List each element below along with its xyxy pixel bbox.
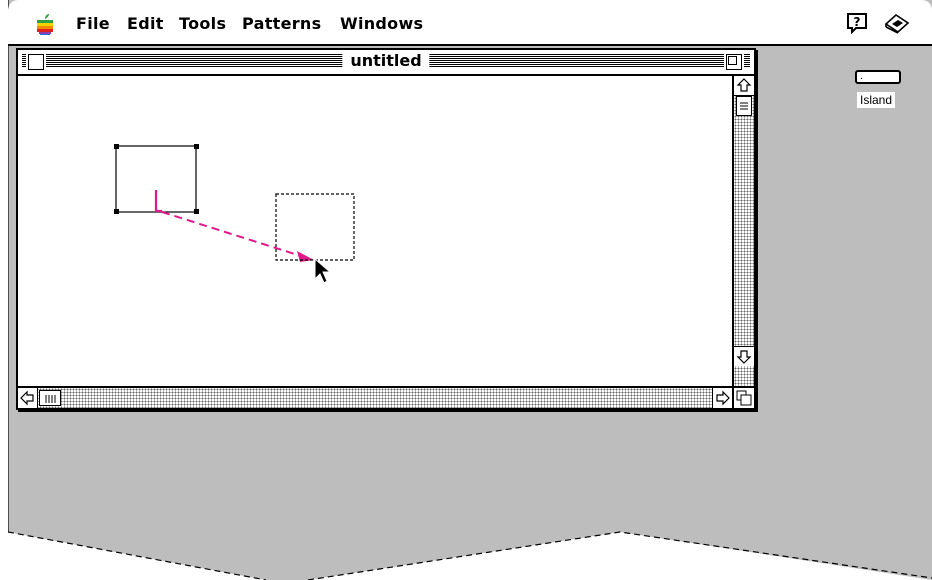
palette-label-island: Island [857, 92, 896, 108]
window-title: untitled [342, 51, 430, 71]
svg-text:?: ? [854, 15, 861, 29]
balloon-help-icon[interactable]: ? [846, 12, 868, 34]
horizontal-scroll-thumb[interactable] [39, 390, 61, 406]
vertical-scroll-thumb[interactable] [736, 96, 752, 116]
zoom-box[interactable] [726, 54, 742, 70]
menu-windows[interactable]: Windows [340, 14, 423, 34]
close-box[interactable] [28, 54, 44, 70]
drag-outline-rectangle [275, 193, 355, 261]
menu-edit[interactable]: Edit [127, 14, 164, 34]
application-menu-icon[interactable] [884, 12, 910, 34]
scroll-left-arrow-icon[interactable] [18, 388, 38, 408]
document-window: untitled [16, 48, 756, 410]
vertical-scrollbar[interactable] [732, 76, 754, 388]
selection-handle-br[interactable] [194, 209, 199, 214]
drag-path-arrow [161, 211, 302, 257]
window-title-bar[interactable]: untitled [18, 50, 754, 76]
menu-bar: File Edit Tools Patterns Windows ? [8, 0, 932, 46]
palette-text-field[interactable]: . [855, 70, 901, 84]
scroll-right-arrow-icon[interactable] [712, 388, 732, 408]
menu-file[interactable]: File [76, 14, 110, 34]
apple-menu-icon[interactable] [36, 13, 54, 35]
scroll-down-arrow-icon[interactable] [734, 346, 754, 366]
arrow-cursor-icon [314, 257, 332, 284]
scroll-up-arrow-icon[interactable] [734, 76, 754, 96]
size-box-icon[interactable] [732, 386, 754, 408]
selection-handle-bl[interactable] [114, 209, 119, 214]
selection-handle-tl[interactable] [114, 144, 119, 149]
horizontal-scrollbar[interactable] [18, 386, 732, 408]
menu-patterns[interactable]: Patterns [242, 14, 321, 34]
menu-tools[interactable]: Tools [179, 14, 226, 34]
selection-handle-tr[interactable] [194, 144, 199, 149]
drawing-canvas[interactable] [18, 76, 730, 386]
